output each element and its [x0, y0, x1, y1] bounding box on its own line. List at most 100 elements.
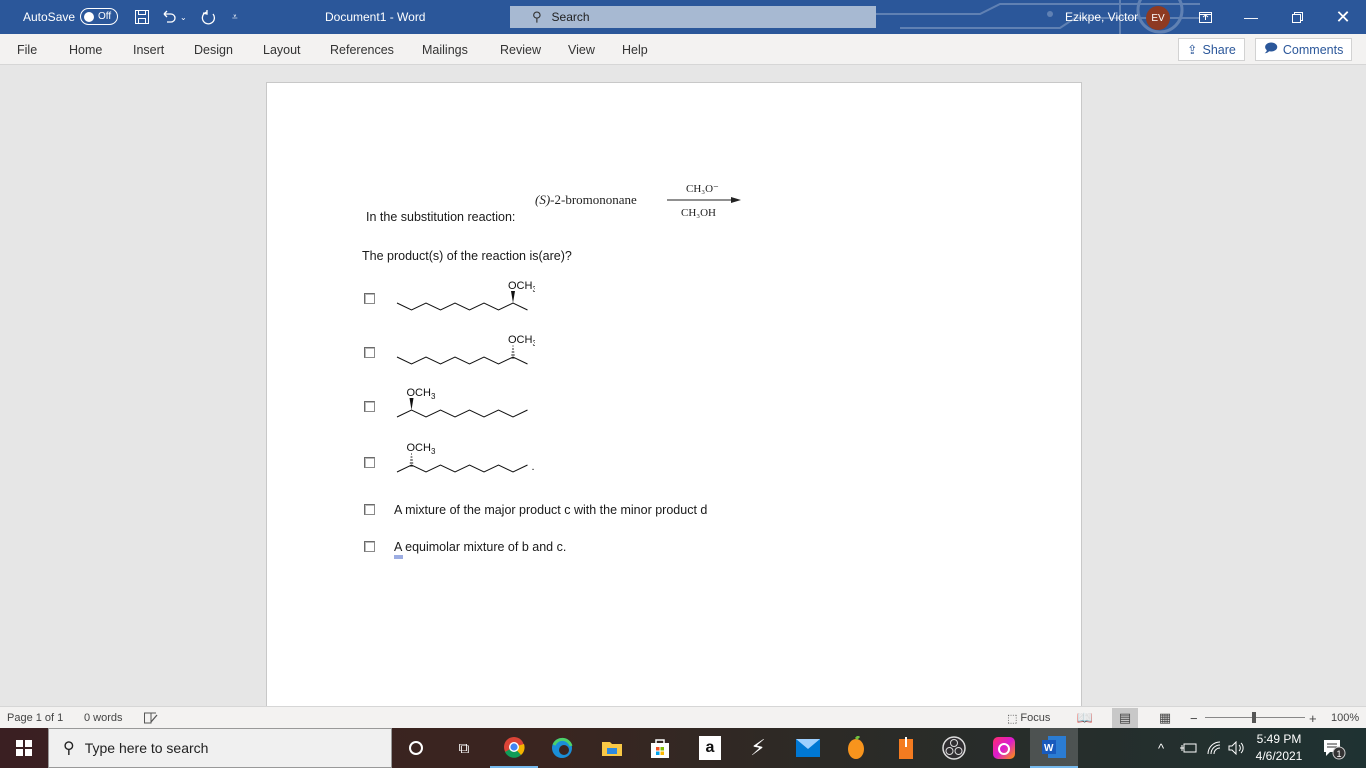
start-button[interactable]	[0, 728, 48, 768]
option-f-text: A equimolar mixture of b and c.	[394, 540, 566, 554]
tab-insert[interactable]: Insert	[133, 34, 164, 65]
focus-icon: ⬚	[1007, 712, 1018, 725]
svg-text:1: 1	[1337, 749, 1342, 759]
avatar[interactable]: EV	[1146, 6, 1170, 30]
search-input[interactable]: ⚲ Search	[510, 6, 876, 28]
focus-button[interactable]: ⬚ Focus	[1007, 707, 1050, 729]
wifi-icon[interactable]	[1207, 728, 1221, 768]
microsoft-store-icon[interactable]	[636, 728, 684, 768]
print-layout-icon[interactable]: ▤	[1112, 708, 1138, 728]
zoom-level[interactable]: 100%	[1331, 707, 1359, 729]
tab-references[interactable]: References	[330, 34, 394, 65]
volume-icon[interactable]	[1228, 728, 1246, 768]
zoom-in-button[interactable]: +	[1309, 707, 1317, 729]
task-view-icon[interactable]: ⧉	[440, 728, 488, 768]
cortana-icon[interactable]	[392, 728, 440, 768]
document-title: Document1 - Word	[325, 10, 426, 24]
word-count[interactable]: 0 words	[84, 707, 123, 729]
fl-studio-icon[interactable]	[832, 728, 880, 768]
action-center-icon: 1	[1324, 740, 1346, 760]
undo-dropdown-icon[interactable]: ⌄	[180, 0, 187, 34]
share-icon: ⇪	[1187, 43, 1198, 57]
edge-icon[interactable]	[538, 728, 586, 768]
autosave-state: Off	[98, 11, 112, 22]
show-hidden-icons-icon[interactable]: ^	[1158, 728, 1164, 768]
taskbar-search-placeholder: Type here to search	[84, 740, 209, 756]
file-explorer-icon[interactable]	[588, 728, 636, 768]
share-button[interactable]: ⇪ Share	[1178, 38, 1245, 61]
mail-icon[interactable]	[784, 728, 832, 768]
obs-icon[interactable]	[930, 728, 978, 768]
notifications-button[interactable]: 1	[1322, 728, 1346, 768]
tab-help[interactable]: Help	[622, 34, 648, 65]
option-d-structure: OCH3.	[396, 442, 535, 473]
orange-app-icon[interactable]	[882, 728, 930, 768]
option-f-checkbox[interactable]	[364, 541, 375, 552]
save-icon[interactable]	[131, 0, 153, 34]
carbon-chain	[396, 302, 528, 311]
option-c-checkbox[interactable]	[364, 401, 375, 412]
battery-icon[interactable]	[1180, 728, 1198, 768]
tab-design[interactable]: Design	[194, 34, 233, 65]
wedge-bond	[409, 398, 414, 410]
lightning-app-icon[interactable]: ⚡	[734, 728, 782, 768]
clock[interactable]: 5:49 PM 4/6/2021	[1248, 731, 1310, 765]
taskbar: ⚲ Type here to search ⧉ a ⚡ W ^ 5:49 PM …	[0, 728, 1366, 768]
chrome-icon[interactable]	[490, 728, 538, 768]
taskbar-search-input[interactable]: ⚲ Type here to search	[48, 728, 392, 768]
restore-icon[interactable]	[1274, 0, 1320, 34]
hashed-bond	[409, 453, 414, 467]
carbon-chain	[396, 409, 528, 418]
focus-label: Focus	[1020, 712, 1051, 724]
autosave-label: AutoSave	[23, 10, 76, 24]
read-mode-icon[interactable]: 📖	[1072, 708, 1098, 728]
close-icon[interactable]: ✕	[1320, 0, 1366, 34]
web-layout-icon[interactable]: ▦	[1152, 708, 1178, 728]
grammar-underline	[394, 555, 403, 559]
tab-file[interactable]: File	[17, 34, 37, 65]
creative-cloud-icon[interactable]	[980, 728, 1028, 768]
option-e-checkbox[interactable]	[364, 504, 375, 515]
tab-layout[interactable]: Layout	[263, 34, 301, 65]
comments-button[interactable]: 🗩 Comments	[1255, 38, 1353, 61]
windows-icon	[16, 740, 32, 756]
user-name[interactable]: Ezikpe, Victor	[1065, 0, 1138, 34]
autosave-toggle[interactable]: Off	[80, 8, 118, 25]
search-icon: ⚲	[532, 9, 542, 24]
search-placeholder: Search	[551, 10, 590, 24]
option-a-checkbox[interactable]	[364, 293, 375, 304]
reactant-name: (S)-2-bromononane	[535, 192, 637, 208]
reactant-text: -2-bromononane	[550, 192, 637, 207]
tab-view[interactable]: View	[568, 34, 595, 65]
proofing-icon[interactable]	[144, 707, 158, 729]
word-icon[interactable]: W	[1030, 728, 1078, 768]
share-label: Share	[1202, 42, 1236, 57]
zoom-out-button[interactable]: −	[1190, 707, 1198, 729]
page-info[interactable]: Page 1 of 1	[7, 707, 63, 729]
document-canvas[interactable]: (S)-2-bromononane CH₃O⁻ CH₃OH In the sub…	[0, 65, 1366, 706]
methoxy-label: OCH3	[407, 442, 436, 456]
tab-mailings[interactable]: Mailings	[422, 34, 468, 65]
svg-text:W: W	[1044, 743, 1054, 754]
option-f-label: A equimolar mixture of b and c.	[394, 540, 567, 554]
ribbon-tabs: File Home Insert Design Layout Reference…	[0, 34, 1366, 65]
ribbon-display-options-icon[interactable]	[1182, 0, 1228, 34]
minimize-icon[interactable]: —	[1228, 0, 1274, 34]
toggle-knob	[84, 11, 94, 22]
amazon-icon[interactable]: a	[686, 728, 734, 768]
customize-qat-icon[interactable]: ⩡	[232, 0, 238, 34]
option-d-checkbox[interactable]	[364, 457, 375, 468]
title-bar: AutoSave Off ⌄ ⩡ Document1 - Word ⚲ Sear…	[0, 0, 1366, 34]
option-b-checkbox[interactable]	[364, 347, 375, 358]
reagent-bottom: CH₃OH	[681, 207, 717, 219]
option-e-text: A mixture of the major product c with th…	[394, 503, 708, 517]
tab-home[interactable]: Home	[69, 34, 102, 65]
zoom-slider-thumb[interactable]	[1252, 712, 1256, 723]
redo-icon[interactable]	[198, 0, 220, 34]
undo-icon[interactable]	[158, 0, 180, 34]
reaction-arrow	[667, 197, 741, 203]
intro-text: In the substitution reaction:	[366, 210, 516, 224]
document-page[interactable]: (S)-2-bromononane CH₃O⁻ CH₃OH In the sub…	[266, 82, 1082, 706]
option-c-structure: OCH3	[396, 387, 528, 418]
tab-review[interactable]: Review	[500, 34, 541, 65]
